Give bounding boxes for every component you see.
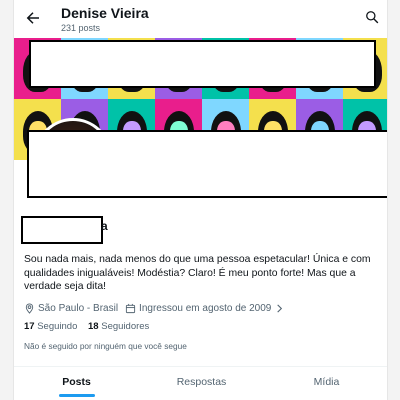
followers-link[interactable]: 18 Seguidores	[88, 321, 149, 332]
post-count: 231 posts	[61, 23, 101, 33]
followers-label: Seguidores	[101, 321, 150, 332]
location: São Paulo - Brasil	[24, 303, 118, 314]
following-link[interactable]: 17 Seguindo	[24, 321, 77, 332]
chevron-right-icon	[277, 303, 283, 313]
joined-date[interactable]: Ingressou em agosto de 2009	[125, 303, 288, 314]
redaction-box	[21, 216, 103, 244]
location-pin-icon	[25, 302, 34, 314]
followers-count: 18	[88, 321, 99, 332]
tab-media[interactable]: Mídia	[264, 367, 387, 400]
tab-posts[interactable]: Posts	[14, 367, 139, 400]
display-name: a	[101, 219, 108, 233]
profile-meta: São Paulo - Brasil Ingressou em agosto d…	[24, 301, 295, 315]
follow-stats: 17 Seguindo 18 Seguidores	[24, 321, 157, 332]
tab-replies[interactable]: Respostas	[139, 367, 264, 400]
profile-page: Denise Vieira 231 posts a Sou nada mais,…	[13, 0, 388, 400]
joined-text: Ingressou em agosto de 2009	[139, 302, 272, 314]
profile-tabs: Posts Respostas Mídia	[14, 366, 387, 400]
followed-by-text: Não é seguido por ninguém que você segue	[24, 341, 187, 351]
arrow-left-icon[interactable]	[24, 9, 42, 27]
profile-bio: Sou nada mais, nada menos do que uma pes…	[24, 254, 371, 292]
top-bar: Denise Vieira 231 posts	[14, 0, 387, 38]
redaction-box	[27, 130, 387, 198]
following-label: Seguindo	[37, 321, 78, 332]
calendar-icon	[125, 303, 136, 313]
following-count: 17	[24, 321, 35, 332]
redaction-box	[29, 40, 376, 88]
profile-title: Denise Vieira	[61, 5, 149, 21]
search-icon[interactable]	[365, 10, 379, 24]
location-text: São Paulo - Brasil	[38, 302, 119, 314]
